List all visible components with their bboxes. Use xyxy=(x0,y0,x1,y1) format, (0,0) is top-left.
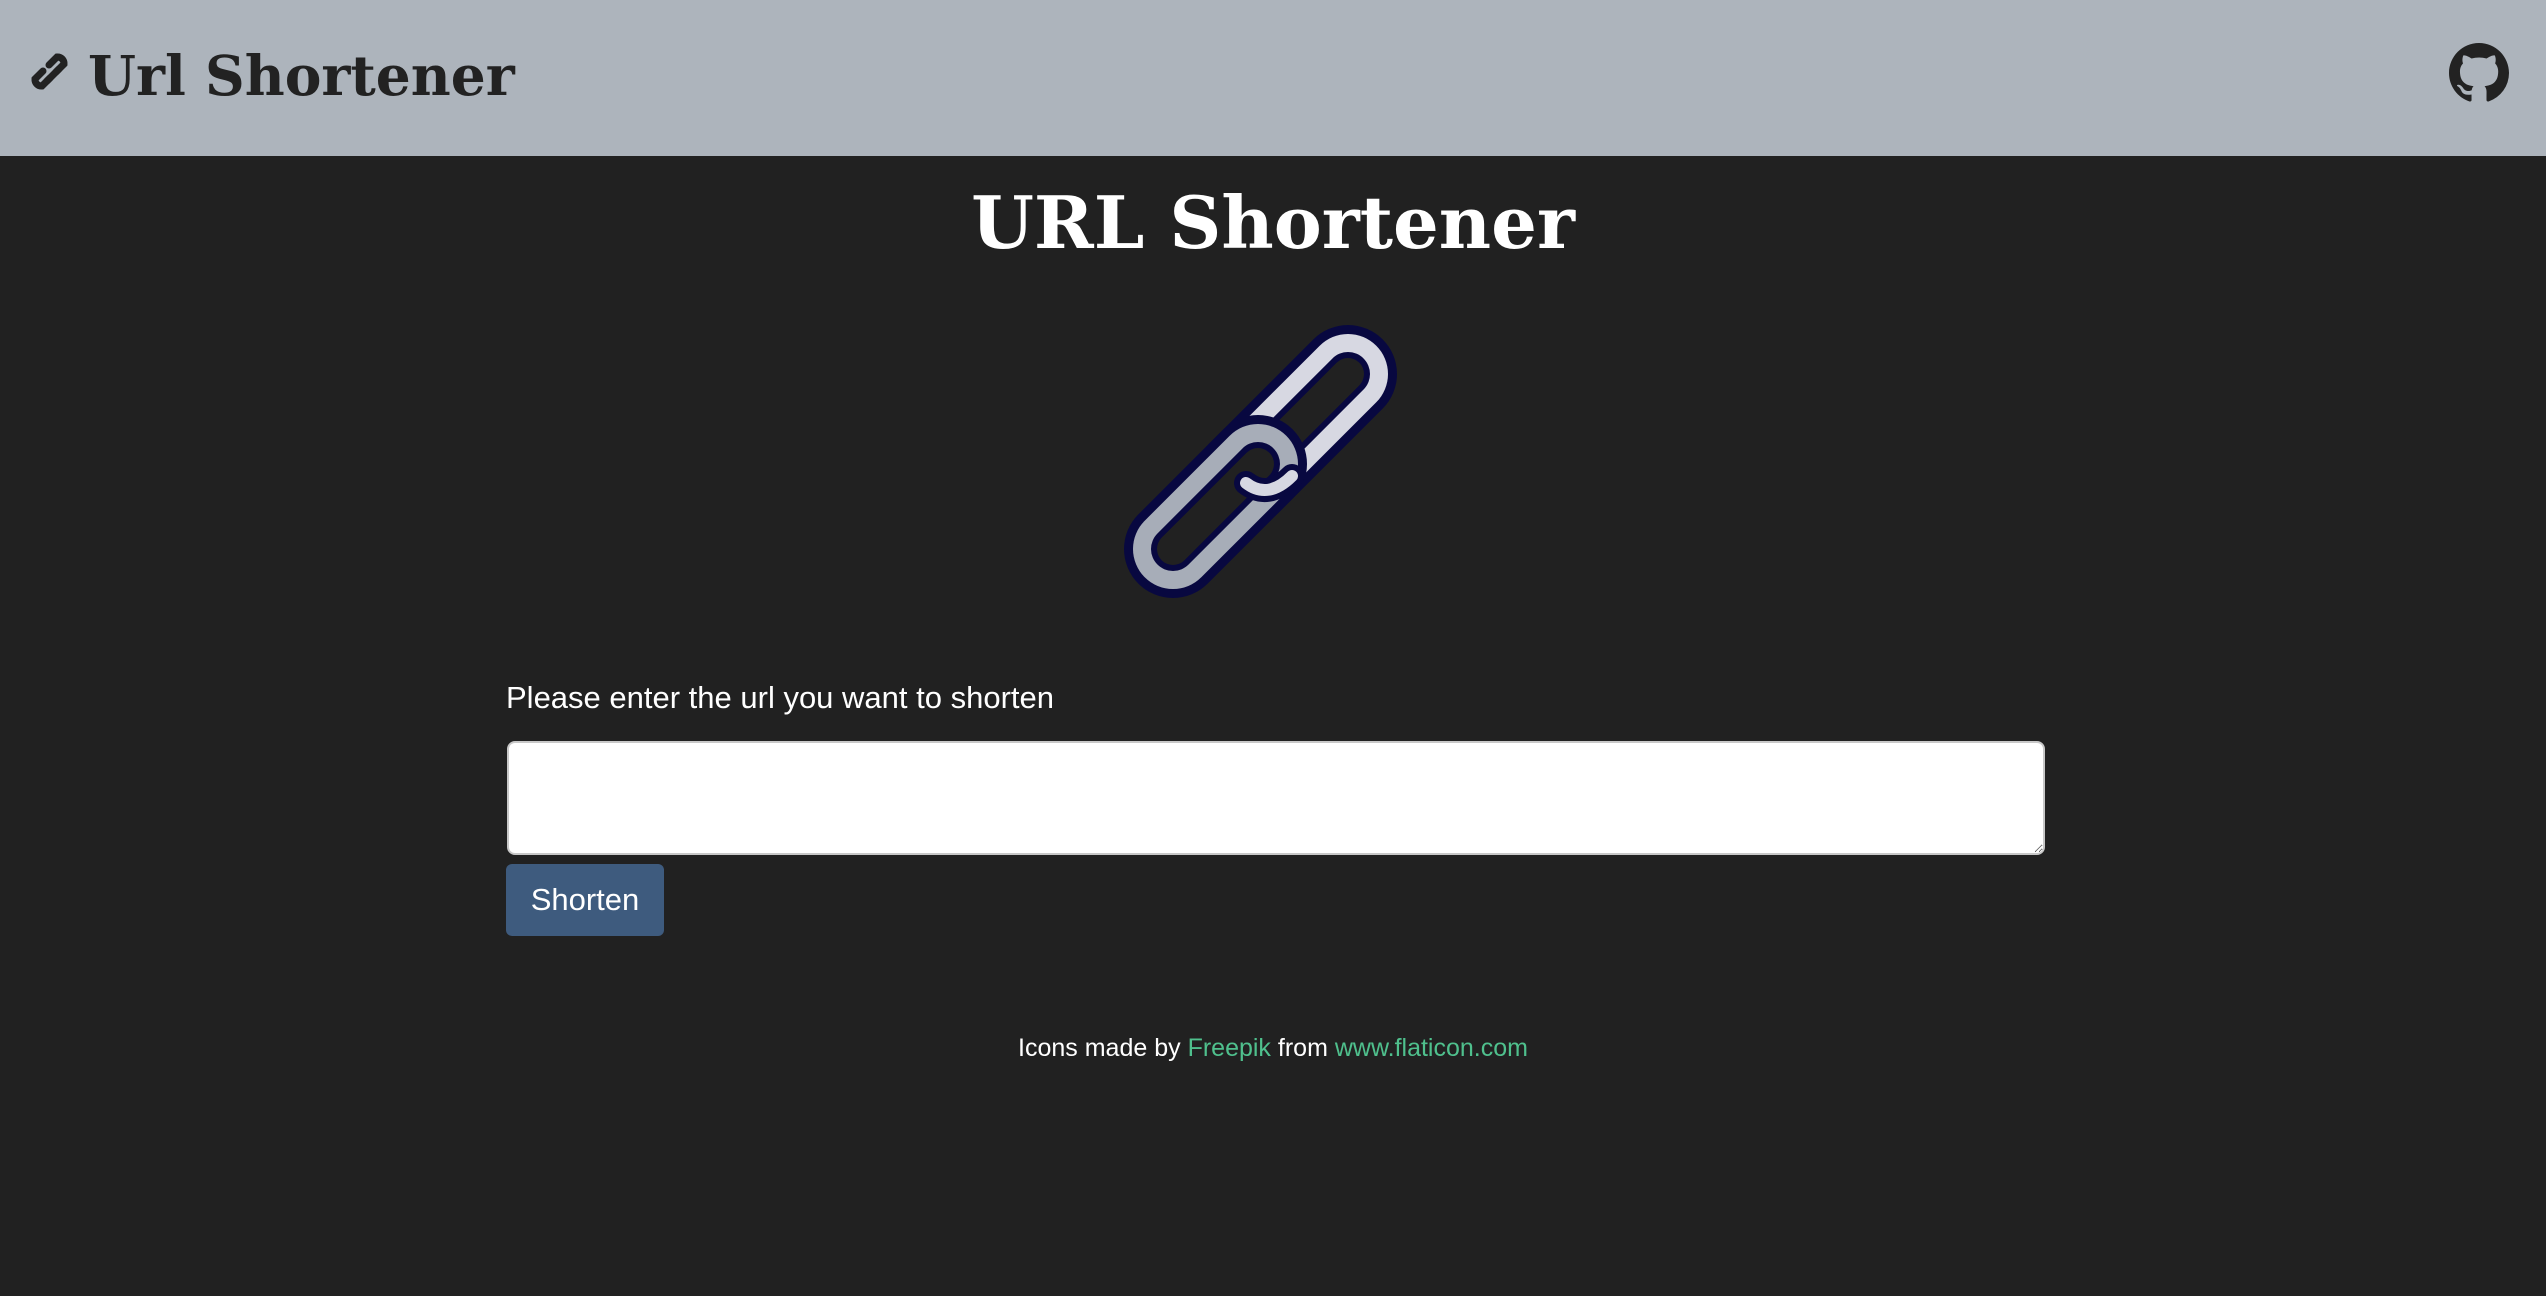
link-icon xyxy=(31,53,68,90)
flaticon-link[interactable]: www.flaticon.com xyxy=(1335,1034,1528,1062)
freepik-link[interactable]: Freepik xyxy=(1188,1034,1271,1062)
chain-link-overlap xyxy=(1234,464,1304,502)
brand-title: Url Shortener xyxy=(88,42,515,108)
github-icon xyxy=(2449,43,2509,102)
credit-prefix: Icons made by xyxy=(1018,1034,1181,1062)
shorten-button[interactable]: Shorten xyxy=(506,864,664,936)
page-title: URL Shortener xyxy=(971,180,1575,265)
url-input[interactable] xyxy=(507,741,2045,855)
url-input-label: Please enter the url you want to shorten xyxy=(506,680,1054,715)
chain-link-illustration xyxy=(1124,325,1397,598)
navbar: Url Shortener xyxy=(0,0,2546,156)
brand-link[interactable]: Url Shortener xyxy=(26,40,515,110)
icon-credits: Icons made by Freepik from www.flaticon.… xyxy=(0,1034,2546,1063)
github-link[interactable] xyxy=(2449,43,2509,103)
credit-middle: from xyxy=(1277,1034,1328,1062)
